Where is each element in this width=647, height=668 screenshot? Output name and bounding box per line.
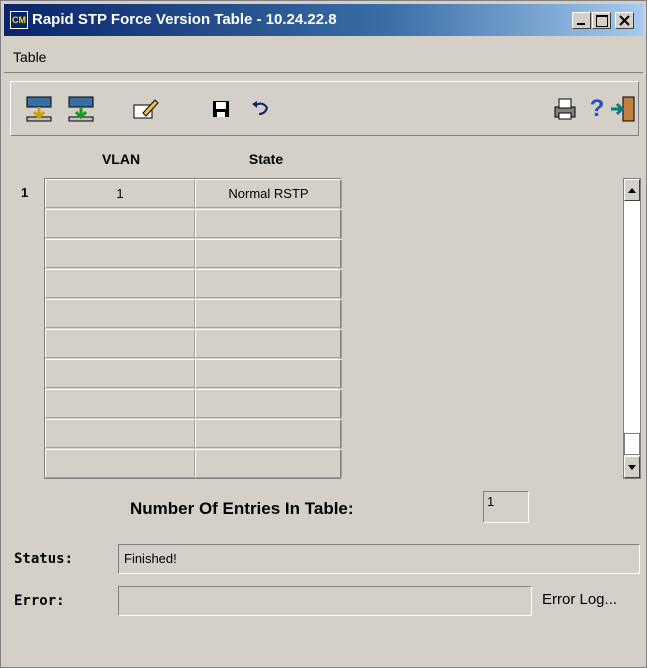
- scroll-up-button[interactable]: [624, 179, 640, 201]
- arrow-down-icon: [628, 465, 636, 470]
- table-scrollbar[interactable]: [623, 178, 641, 479]
- vlan-cell[interactable]: [45, 269, 195, 298]
- table-row[interactable]: [45, 209, 342, 239]
- entries-label: Number Of Entries In Table:: [130, 499, 354, 518]
- vlan-cell[interactable]: 1: [45, 179, 195, 208]
- state-cell[interactable]: [195, 359, 342, 388]
- toolbar: ?: [10, 81, 639, 136]
- print-icon[interactable]: [551, 95, 579, 123]
- undo-icon[interactable]: [247, 95, 275, 123]
- entries-count-field: 1: [483, 491, 529, 523]
- vlan-cell[interactable]: [45, 299, 195, 328]
- table-row[interactable]: [45, 389, 342, 419]
- arrow-up-icon: [628, 188, 636, 193]
- row-number: 1: [21, 185, 29, 200]
- minimize-button[interactable]: [572, 12, 591, 29]
- vlan-cell[interactable]: [45, 209, 195, 238]
- scroll-thumb[interactable]: [624, 433, 640, 455]
- column-header-vlan: VLAN: [101, 151, 141, 167]
- error-label: Error:: [14, 593, 65, 609]
- window-title: Rapid STP Force Version Table - 10.24.22…: [32, 11, 337, 28]
- menu-table[interactable]: Table: [13, 49, 46, 65]
- state-cell[interactable]: [195, 419, 342, 448]
- app-icon: CM: [10, 11, 28, 29]
- vlan-cell[interactable]: [45, 419, 195, 448]
- fetch-icon[interactable]: [25, 95, 53, 123]
- maximize-icon: [596, 15, 608, 27]
- state-cell[interactable]: Normal RSTP: [195, 179, 342, 208]
- scroll-down-button[interactable]: [624, 456, 640, 478]
- maximize-button[interactable]: [592, 12, 611, 29]
- close-button[interactable]: [615, 12, 634, 29]
- error-field: [118, 586, 532, 616]
- status-label: Status:: [14, 551, 74, 567]
- apply-icon[interactable]: [67, 95, 95, 123]
- column-header-state: State: [248, 151, 284, 167]
- edit-icon[interactable]: [131, 95, 159, 123]
- help-icon[interactable]: ?: [583, 95, 611, 123]
- vlan-cell[interactable]: [45, 389, 195, 418]
- title-bar[interactable]: CM Rapid STP Force Version Table - 10.24…: [4, 4, 643, 36]
- data-table: 1 Normal RSTP: [44, 178, 342, 479]
- vlan-cell[interactable]: [45, 449, 195, 478]
- vlan-cell[interactable]: [45, 239, 195, 268]
- state-cell[interactable]: [195, 269, 342, 298]
- vlan-cell[interactable]: [45, 359, 195, 388]
- menu-bar: Table: [4, 39, 643, 73]
- table-row[interactable]: [45, 239, 342, 269]
- table-row[interactable]: [45, 329, 342, 359]
- app-window: CM Rapid STP Force Version Table - 10.24…: [0, 0, 647, 668]
- minimize-icon: [577, 23, 585, 25]
- table-row[interactable]: [45, 269, 342, 299]
- state-cell[interactable]: [195, 389, 342, 418]
- vlan-cell[interactable]: [45, 329, 195, 358]
- table-row[interactable]: [45, 449, 342, 479]
- table-row[interactable]: 1 Normal RSTP: [45, 179, 342, 209]
- table-row[interactable]: [45, 419, 342, 449]
- exit-icon[interactable]: [609, 95, 637, 123]
- table-row[interactable]: [45, 299, 342, 329]
- state-cell[interactable]: [195, 299, 342, 328]
- error-log-button[interactable]: Error Log...: [542, 591, 617, 608]
- state-cell[interactable]: [195, 209, 342, 238]
- state-cell[interactable]: [195, 239, 342, 268]
- state-cell[interactable]: [195, 449, 342, 478]
- save-icon[interactable]: [207, 95, 235, 123]
- status-field: Finished!: [118, 544, 640, 574]
- table-row[interactable]: [45, 359, 342, 389]
- state-cell[interactable]: [195, 329, 342, 358]
- close-icon: [619, 15, 630, 26]
